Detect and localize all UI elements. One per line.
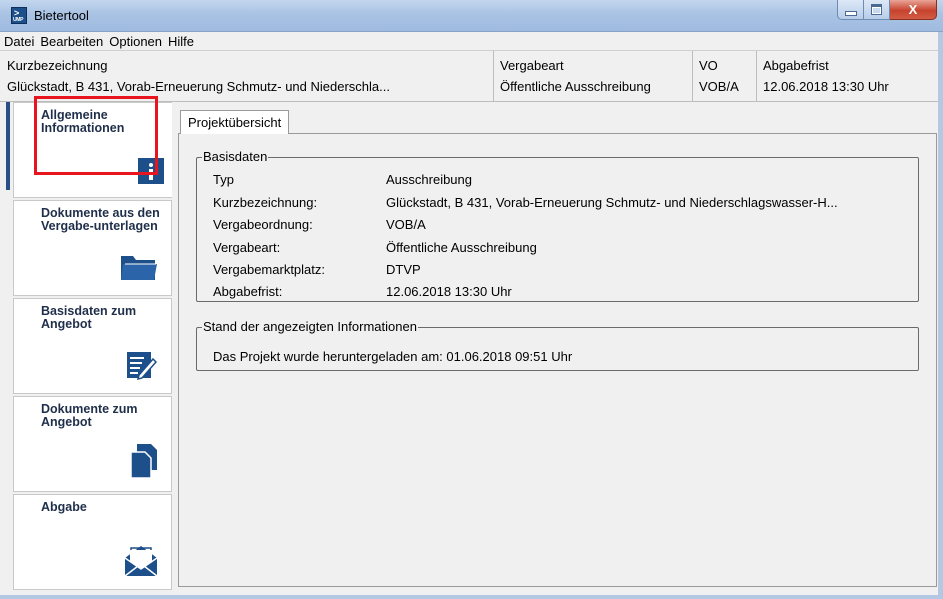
header-vergabeart: Vergabeart Öffentliche Ausschreibung — [493, 51, 692, 101]
header-kurzbezeichnung: Kurzbezeichnung Glückstadt, B 431, Vorab… — [0, 51, 493, 101]
menu-hilfe[interactable]: Hilfe — [165, 34, 197, 49]
tab-panel: Basisdaten Typ Ausschreibung Kurzbezeich… — [178, 133, 937, 587]
window-controls: X — [837, 0, 937, 21]
row-vergabemarktplatz-label: Vergabemarktplatz: — [213, 262, 326, 277]
row-vergabeart-label: Vergabeart: — [213, 240, 281, 255]
close-button[interactable]: X — [890, 0, 937, 20]
window-border-bottom — [0, 595, 943, 599]
app-icon[interactable]: > UMP — [11, 7, 27, 24]
basisdaten-title: Basisdaten — [202, 149, 269, 164]
stand-title: Stand der angezeigten Informationen — [202, 319, 418, 334]
stand-text: Das Projekt wurde heruntergeladen am: 01… — [213, 349, 573, 364]
maximize-icon — [871, 4, 882, 15]
nav-label: Abgabe — [41, 500, 87, 514]
row-typ-label: Typ — [213, 172, 234, 187]
documents-icon — [130, 444, 157, 481]
header-abgabefrist-label: Abgabefrist — [763, 58, 829, 73]
nav-label: Basisdaten zum Angebot — [41, 304, 137, 331]
nav-basisdaten-angebot[interactable]: Basisdaten zum Angebot — [13, 298, 172, 394]
nav-allgemeine-informationen[interactable]: Allgemeine Informationen — [13, 102, 178, 198]
tab-projektuebersicht[interactable]: Projektübersicht — [180, 110, 290, 134]
project-info-header: Kurzbezeichnung Glückstadt, B 431, Vorab… — [0, 50, 943, 102]
nav-dokumente-angebot[interactable]: Dokumente zum Angebot — [13, 396, 172, 492]
menu-bar: Datei Bearbeiten Optionen Hilfe — [0, 32, 943, 50]
title-bar[interactable]: > UMP Bietertool X — [0, 0, 943, 32]
header-vo-label: VO — [699, 58, 718, 73]
row-abgabefrist-value: 12.06.2018 13:30 Uhr — [386, 284, 512, 299]
nav-label: Allgemeine Informationen — [41, 108, 125, 135]
header-vergabeart-label: Vergabeart — [500, 58, 564, 73]
tab-label: Projektübersicht — [188, 115, 282, 130]
header-vergabeart-value: Öffentliche Ausschreibung — [500, 79, 651, 94]
minimize-button[interactable] — [837, 0, 864, 20]
left-navigation: Allgemeine Informationen Dokumente aus d… — [0, 102, 178, 595]
info-icon — [138, 158, 164, 187]
minimize-icon — [844, 10, 857, 16]
window-title: Bietertool — [34, 8, 89, 23]
row-kurzbezeichnung-label: Kurzbezeichnung: — [213, 195, 318, 210]
menu-bearbeiten[interactable]: Bearbeiten — [37, 34, 106, 49]
nav-active-indicator — [6, 102, 10, 190]
header-kurz-label: Kurzbezeichnung — [7, 58, 108, 73]
main-panel: Projektübersicht Basisdaten Typ Ausschre… — [172, 102, 943, 595]
close-icon: X — [908, 2, 918, 17]
nav-label: Dokumente zum Angebot — [41, 402, 138, 429]
nav-abgabe[interactable]: Abgabe — [13, 494, 172, 590]
nav-dokumente-vergabeunterlagen[interactable]: Dokumente aus den Vergabe-unterlagen — [13, 200, 172, 296]
row-vergabemarktplatz-value: DTVP — [386, 262, 421, 277]
menu-datei[interactable]: Datei — [0, 34, 37, 49]
header-vo: VO VOB/A — [692, 51, 756, 101]
basisdaten-group: Basisdaten Typ Ausschreibung Kurzbezeich… — [196, 149, 919, 302]
header-vo-value: VOB/A — [699, 79, 739, 94]
window-border-right — [938, 32, 943, 599]
nav-label: Dokumente aus den Vergabe-unterlagen — [41, 206, 160, 233]
edit-form-icon — [127, 350, 158, 383]
row-kurzbezeichnung-value: Glückstadt, B 431, Vorab-Erneuerung Schm… — [386, 195, 838, 210]
row-abgabefrist-label: Abgabefrist: — [213, 284, 283, 299]
folder-icon — [121, 252, 157, 285]
header-kurz-value: Glückstadt, B 431, Vorab-Erneuerung Schm… — [7, 79, 390, 94]
row-vergabeart-value: Öffentliche Ausschreibung — [386, 240, 537, 255]
row-vergabeordnung-label: Vergabeordnung: — [213, 217, 313, 232]
header-abgabefrist-value: 12.06.2018 13:30 Uhr — [763, 79, 889, 94]
row-vergabeordnung-value: VOB/A — [386, 217, 426, 232]
app-icon-text: UMP — [13, 17, 24, 23]
envelope-icon — [124, 546, 158, 579]
header-abgabefrist: Abgabefrist 12.06.2018 13:30 Uhr — [756, 51, 943, 101]
row-typ-value: Ausschreibung — [386, 172, 472, 187]
maximize-button[interactable] — [864, 0, 890, 20]
menu-optionen[interactable]: Optionen — [106, 34, 165, 49]
stand-group: Stand der angezeigten Informationen Das … — [196, 319, 919, 371]
